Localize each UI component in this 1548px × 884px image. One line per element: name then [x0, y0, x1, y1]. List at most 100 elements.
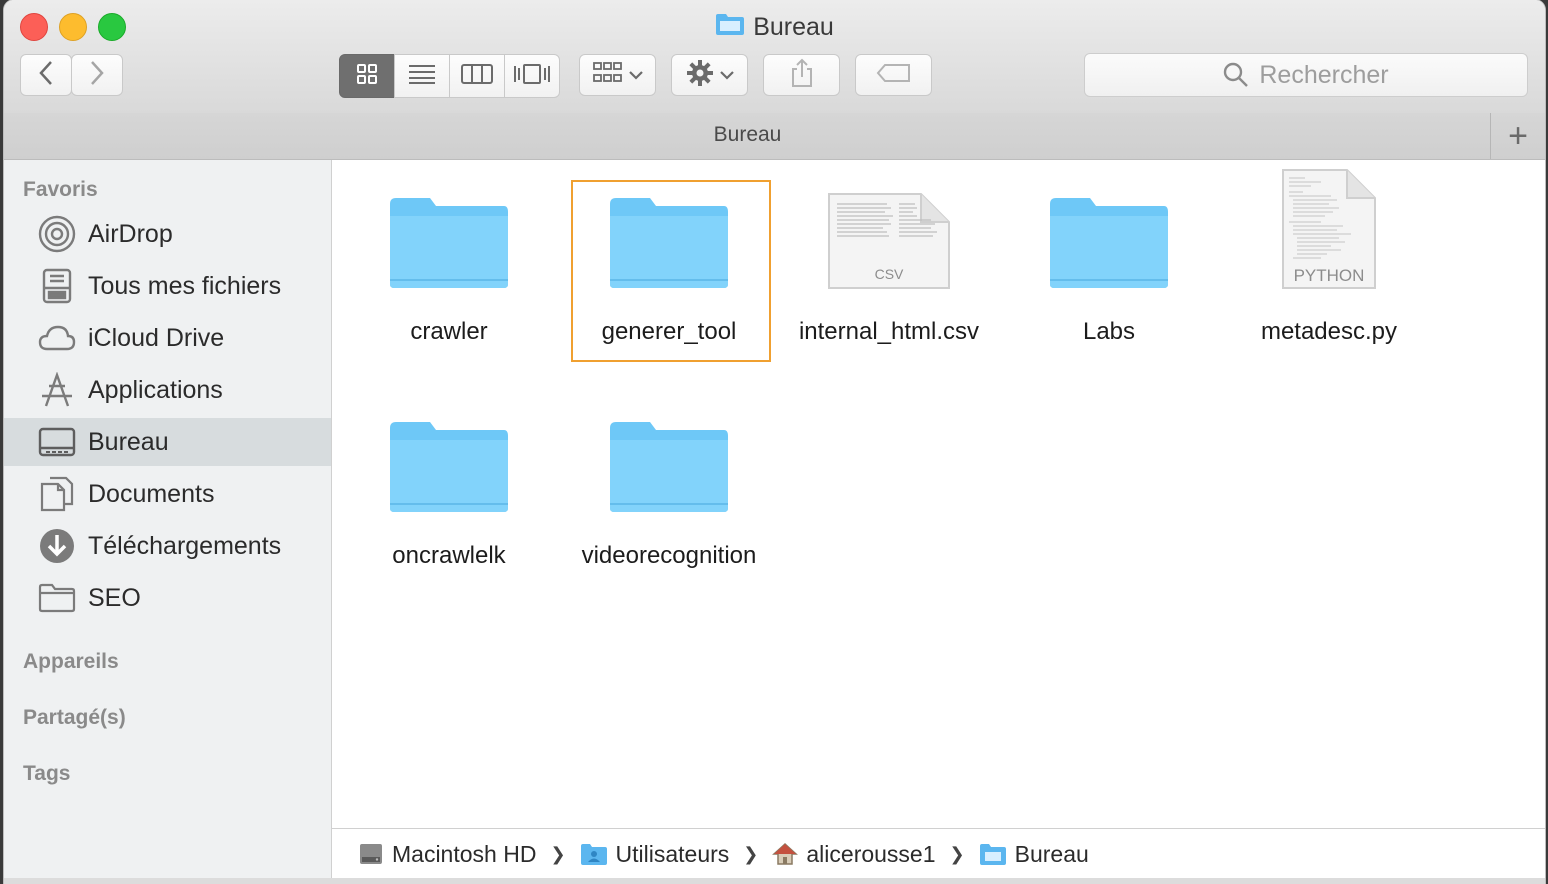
sidebar-item-icloud-drive[interactable]: iCloud Drive: [4, 314, 331, 362]
gear-icon: [686, 59, 714, 92]
share-icon: [790, 58, 814, 93]
view-mode-selector: [339, 54, 560, 98]
home-icon: [772, 842, 799, 866]
search-field[interactable]: Rechercher: [1084, 53, 1528, 97]
sidebar-item-label: AirDrop: [88, 219, 173, 248]
path-label: alicerousse1: [806, 840, 936, 867]
documents-icon: [38, 475, 76, 513]
sidebar-item-airdrop[interactable]: AirDrop: [4, 210, 331, 258]
back-button[interactable]: [20, 54, 72, 96]
file-name: internal_html.csv: [798, 318, 980, 345]
sidebar-item-all-files[interactable]: Tous mes fichiers: [4, 262, 331, 310]
folder-icon: [349, 396, 549, 514]
list-view-button[interactable]: [394, 54, 450, 98]
applications-icon: [38, 371, 76, 409]
file-name: generer_tool: [601, 318, 737, 345]
sidebar-item-documents[interactable]: Documents: [4, 470, 331, 518]
file-name: videorecognition: [581, 542, 757, 569]
path-item-utilisateurs[interactable]: Utilisateurs: [580, 840, 730, 868]
forward-button[interactable]: [71, 54, 123, 96]
chevron-right-icon: ❯: [949, 843, 965, 864]
folder-icon: [1009, 172, 1209, 290]
desktop-folder-icon: [979, 842, 1007, 866]
action-button[interactable]: [671, 54, 748, 96]
sidebar-item-applications[interactable]: Applications: [4, 366, 331, 414]
path-item-user-home[interactable]: alicerousse1: [772, 840, 936, 868]
plus-icon: +: [1508, 116, 1528, 155]
download-icon: [38, 527, 76, 565]
file-item-internal-html-csv[interactable]: CSV internal_html.csv: [789, 172, 989, 346]
file-item-crawler[interactable]: crawler: [349, 172, 549, 346]
airdrop-icon: [38, 215, 76, 253]
users-folder-icon: [580, 842, 608, 866]
path-label: Bureau: [1014, 840, 1089, 867]
chevron-left-icon: [38, 60, 54, 91]
new-tab-button[interactable]: +: [1490, 113, 1545, 159]
list-icon: [408, 64, 436, 89]
path-item-bureau[interactable]: Bureau: [979, 841, 1089, 868]
toolbar: Bureau Rechercher: [4, 0, 1545, 114]
window-bottom-edge: [4, 878, 1545, 884]
file-item-oncrawlelk[interactable]: oncrawlelk: [349, 396, 549, 570]
icon-view-button[interactable]: [339, 54, 395, 98]
window-title: Bureau: [4, 10, 1545, 45]
file-item-metadesc-py[interactable]: PYTHON metadesc.py: [1229, 169, 1429, 346]
sidebar: Favoris AirDrop Tous mes fichiers iCloud…: [4, 160, 332, 884]
file-name: Labs: [1082, 318, 1136, 345]
all-files-icon: [38, 267, 76, 305]
file-item-labs[interactable]: Labs: [1009, 172, 1209, 346]
sidebar-item-label: Documents: [88, 479, 215, 508]
coverflow-icon: [513, 63, 551, 90]
section-partages[interactable]: Partagé(s): [23, 706, 126, 730]
tab-bar: Bureau +: [4, 113, 1545, 160]
file-item-videorecognition[interactable]: videorecognition: [569, 396, 769, 570]
tag-button[interactable]: [855, 54, 932, 96]
chevron-down-icon: [719, 70, 734, 80]
hard-drive-icon: [358, 841, 384, 867]
chevron-right-icon: ❯: [743, 843, 759, 864]
sidebar-item-label: Bureau: [88, 427, 169, 456]
section-appareils[interactable]: Appareils: [23, 650, 119, 674]
column-view-button[interactable]: [449, 54, 505, 98]
folder-icon: [38, 579, 76, 617]
share-button[interactable]: [763, 54, 840, 96]
grid-icon: [356, 63, 378, 90]
path-label: Utilisateurs: [615, 840, 730, 867]
file-name: crawler: [410, 318, 488, 345]
search-placeholder: Rechercher: [1259, 60, 1389, 89]
finder-window: Bureau Rechercher Bureau + Favoris AirDr…: [4, 0, 1545, 884]
chevron-right-icon: [89, 60, 105, 91]
csv-file-icon: CSV: [789, 172, 989, 290]
section-favoris: Favoris: [23, 178, 98, 201]
path-item-macintosh-hd[interactable]: Macintosh HD: [358, 841, 536, 868]
desktop-icon: [38, 423, 76, 461]
arrange-grid-icon: [592, 61, 623, 90]
folder-icon: [569, 396, 769, 514]
file-name: oncrawlelk: [392, 542, 506, 569]
arrange-button[interactable]: [579, 54, 656, 96]
search-icon: [1223, 62, 1259, 88]
path-label: Macintosh HD: [392, 840, 537, 867]
path-bar: Macintosh HD ❯ Utilisateurs ❯ alicerouss…: [332, 828, 1545, 879]
sidebar-item-label: iCloud Drive: [88, 323, 225, 352]
sidebar-item-label: SEO: [88, 583, 141, 612]
section-tags[interactable]: Tags: [23, 762, 70, 786]
sidebar-item-telechargements[interactable]: Téléchargements: [4, 522, 331, 570]
file-name: metadesc.py: [1260, 318, 1398, 345]
folder-icon: [569, 172, 769, 290]
sidebar-item-label: Applications: [88, 375, 223, 404]
file-item-generer-tool[interactable]: generer_tool: [569, 172, 769, 346]
file-type-badge: CSV: [874, 266, 904, 282]
sidebar-item-bureau[interactable]: Bureau: [4, 418, 331, 466]
sidebar-item-seo[interactable]: SEO: [4, 574, 331, 622]
columns-icon: [461, 63, 493, 90]
file-type-badge: PYTHON: [1293, 266, 1365, 285]
window-title-text: Bureau: [753, 13, 834, 41]
tag-icon: [876, 63, 912, 88]
tab-bureau[interactable]: Bureau: [4, 123, 1491, 147]
gallery-view-button[interactable]: [504, 54, 560, 98]
folder-icon: [349, 172, 549, 290]
sidebar-item-label: Tous mes fichiers: [88, 271, 282, 300]
cloud-icon: [38, 319, 76, 357]
sidebar-item-label: Téléchargements: [88, 531, 282, 560]
